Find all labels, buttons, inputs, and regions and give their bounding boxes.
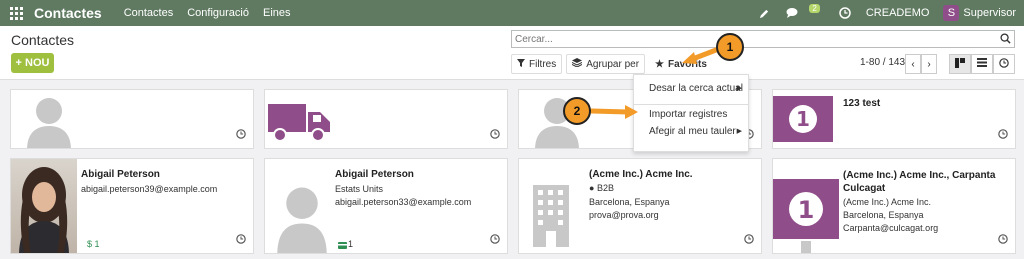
favorites-button[interactable]: ★ Favorits	[649, 54, 713, 74]
search-icon[interactable]	[1000, 33, 1011, 47]
layers-icon	[572, 58, 583, 70]
menu-eines[interactable]: Eines	[263, 7, 291, 19]
kanban-view-button[interactable]	[949, 54, 971, 74]
top-navbar: Contactes Contactes Configuració Eines 2…	[0, 0, 1024, 26]
menu-configuracio[interactable]: Configuració	[187, 7, 249, 19]
new-button[interactable]: + NOU	[11, 53, 54, 73]
filters-button[interactable]: Filtres	[511, 54, 563, 74]
pencil-icon[interactable]	[757, 6, 771, 20]
star-icon: ★	[655, 58, 665, 70]
card-footer-badge: $ 1	[87, 239, 100, 249]
activity-clock-icon[interactable]	[236, 234, 246, 247]
contact-photo	[11, 159, 77, 253]
card-title: Abigail Peterson	[335, 169, 414, 180]
kanban-icon	[955, 57, 965, 71]
activity-clock-icon[interactable]	[236, 129, 246, 142]
chevron-right-icon: ›	[927, 58, 931, 70]
activity-clock-icon[interactable]	[998, 129, 1008, 142]
card-title: (Acme Inc.) Acme Inc.	[589, 169, 693, 180]
card-parent-company: (Acme Inc.) Acme Inc.	[843, 197, 932, 207]
menu-contactes[interactable]: Contactes	[124, 7, 174, 19]
card-city: Barcelona, Espanya	[843, 210, 924, 220]
card-country: Estats Units	[335, 184, 384, 194]
truck-icon	[268, 104, 332, 145]
card-city: Barcelona, Espanya	[589, 197, 670, 207]
card-title: Abigail Peterson	[81, 169, 160, 180]
breadcrumb: Contactes	[11, 32, 75, 48]
activity-clock-icon[interactable]	[490, 234, 500, 247]
kanban-card[interactable]: 1 123 test	[772, 89, 1016, 149]
search-bar	[511, 30, 1015, 48]
card-icon	[338, 240, 347, 252]
svg-text:1: 1	[796, 107, 810, 131]
company-switcher[interactable]: CREADEMO	[866, 7, 930, 19]
list-icon	[977, 58, 987, 70]
kanban-card[interactable]: (Acme Inc.) Acme Inc. ● B2B Barcelona, E…	[518, 158, 762, 254]
card-footer-badge: 1	[348, 239, 354, 249]
pager-value[interactable]: 1-80 / 143	[860, 57, 905, 68]
user-menu[interactable]: S Supervisor	[943, 5, 1016, 21]
building-icon	[533, 185, 569, 250]
person-placeholder-icon	[25, 94, 73, 148]
card-title: 123 test	[843, 98, 881, 109]
card-tag: ● B2B	[589, 183, 614, 193]
clock-icon	[999, 57, 1009, 71]
tag-label: B2B	[596, 183, 614, 193]
pager-next-button[interactable]: ›	[921, 54, 937, 74]
avatar: S	[943, 5, 960, 21]
pager-previous-button[interactable]: ‹	[905, 54, 921, 74]
card-email: abigail.peterson39@example.com	[81, 184, 218, 194]
kanban-card[interactable]: Abigail Peterson Estats Units abigail.pe…	[264, 158, 508, 254]
banknote-icon: 1	[773, 96, 833, 145]
card-email: abigail.peterson33@example.com	[335, 197, 472, 207]
kanban-card[interactable]	[264, 89, 508, 149]
app-title: Contactes	[34, 5, 102, 21]
caret-right-icon: ▶	[736, 85, 742, 92]
chat-badge: 2	[809, 3, 820, 13]
callout-step-1: 1	[716, 33, 744, 61]
divider	[634, 104, 748, 105]
kanban-card[interactable]	[10, 89, 254, 149]
control-panel: Contactes + NOU Filtres Agrupar per ★ Fa…	[0, 26, 1024, 80]
chat-icon[interactable]	[785, 6, 799, 20]
kanban-card[interactable]: Abigail Peterson abigail.peterson39@exam…	[10, 158, 254, 254]
caret-right-icon: ▶	[736, 128, 742, 135]
kanban-card[interactable]: 1 (Acme Inc.) Acme Inc., Carpanta Culcag…	[772, 158, 1016, 254]
card-email: Carpanta@culcagat.org	[843, 223, 939, 233]
banknote-icon: 1	[773, 179, 839, 253]
callout-step-2: 2	[563, 97, 591, 125]
favorites-dropdown: Desar la cerca actual ▶ Importar registr…	[633, 74, 749, 152]
user-name: Supervisor	[963, 7, 1016, 19]
import-records-item[interactable]: Importar registres	[649, 109, 727, 120]
group-by-label: Agrupar per	[586, 58, 640, 70]
save-current-search-item[interactable]: Desar la cerca actual	[649, 83, 743, 94]
group-by-button[interactable]: Agrupar per	[566, 54, 646, 74]
filters-label: Filtres	[529, 58, 557, 70]
card-email: prova@prova.org	[589, 210, 659, 220]
card-title: (Acme Inc.) Acme Inc., Carpanta Culcagat	[843, 170, 996, 194]
activity-clock-icon[interactable]	[744, 234, 754, 247]
clock-icon[interactable]	[838, 6, 852, 20]
person-placeholder-icon	[275, 183, 329, 253]
list-view-button[interactable]	[971, 54, 993, 74]
favorites-label: Favorits	[668, 58, 707, 70]
filter-icon	[517, 58, 525, 70]
search-input[interactable]	[515, 33, 985, 45]
activity-view-button[interactable]	[993, 54, 1015, 74]
activity-clock-icon[interactable]	[998, 234, 1008, 247]
add-to-dashboard-item[interactable]: Afegir al meu tauler	[649, 126, 736, 137]
apps-grid-icon[interactable]	[10, 6, 24, 20]
activity-clock-icon[interactable]	[490, 129, 500, 142]
chevron-left-icon: ‹	[911, 58, 915, 70]
svg-text:1: 1	[798, 196, 815, 224]
